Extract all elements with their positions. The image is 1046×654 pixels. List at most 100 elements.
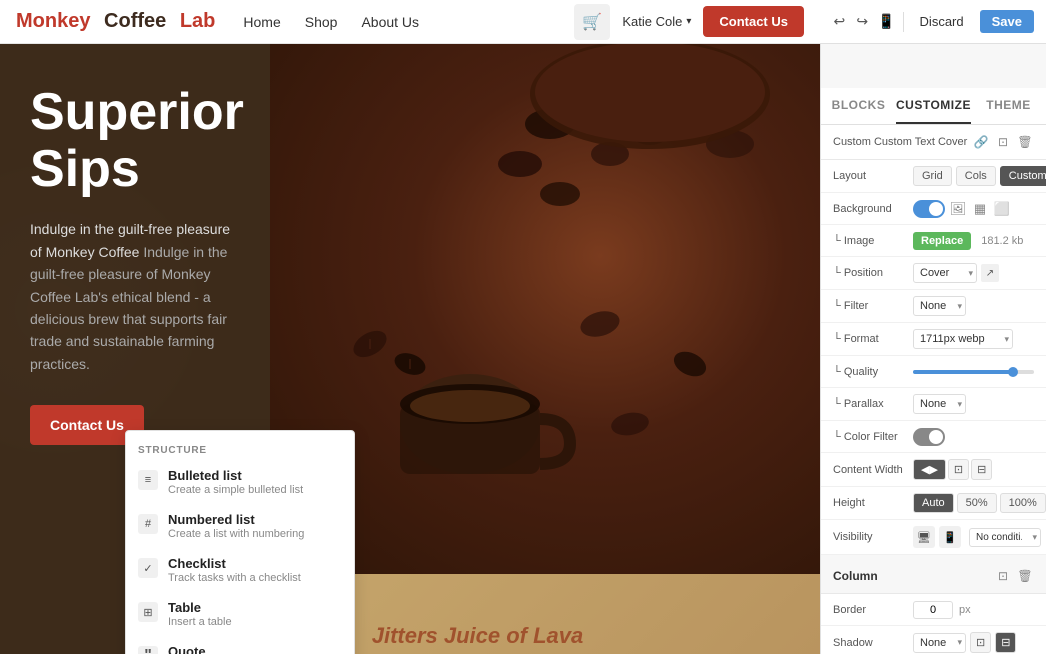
logo-lab: Lab	[180, 10, 216, 33]
quality-controls	[913, 370, 1034, 374]
shadow-select[interactable]: None	[913, 633, 966, 653]
filter-label: └ Filter	[833, 300, 913, 312]
breadcrumb-icons: 🔗 ⊡ 🗑	[972, 133, 1034, 151]
numbered-list-desc: Create a list with numbering	[168, 528, 304, 540]
visibility-row: Visibility 🖥 📱 No conditi...	[821, 520, 1046, 555]
width-btn-1[interactable]: ◀▶	[913, 459, 946, 480]
hero-desc-highlight: Indulge in the guilt-free pleasure of Mo…	[30, 244, 227, 372]
shadow-btn-2[interactable]: ⊟	[995, 632, 1016, 653]
table-title: Table	[168, 600, 232, 615]
column-section: Border px Shadow None	[821, 594, 1046, 654]
column-delete-icon[interactable]: 🗑	[1016, 567, 1034, 585]
color-filter-row: └ Color Filter	[821, 421, 1046, 453]
top-navigation: Monkey Coffee Lab Home Shop About Us 🛒 K…	[0, 0, 820, 44]
logo-coffee: Coffee	[104, 10, 166, 33]
format-select-wrapper: 1711px webp	[913, 329, 1013, 349]
visibility-condition-wrapper: No conditi...	[969, 528, 1041, 547]
image-replace-btn[interactable]: Replace	[913, 232, 971, 250]
visibility-icons: 🖥 📱	[913, 526, 961, 548]
tab-blocks[interactable]: BLOCKS	[821, 88, 896, 124]
width-btn-2[interactable]: ⊡	[948, 459, 969, 480]
quote-icon: "	[138, 646, 158, 654]
hero-description: Indulge in the guilt-free pleasure of Mo…	[30, 218, 240, 375]
width-btn-group: ◀▶ ⊡ ⊟	[913, 459, 992, 480]
image-size: 181.2 kb	[981, 235, 1023, 247]
parallax-label: └ Parallax	[833, 398, 913, 410]
nav-about[interactable]: About Us	[361, 14, 419, 30]
right-panel: BLOCKS CUSTOMIZE THEME Custom Custom Tex…	[820, 44, 1046, 654]
image-controls: Replace 181.2 kb	[913, 232, 1034, 250]
format-label: └ Format	[833, 333, 913, 345]
cart-icon: 🛒	[582, 12, 602, 32]
parallax-row: └ Parallax None	[821, 388, 1046, 421]
bg-image-icon[interactable]: 🖼	[949, 200, 967, 218]
shadow-btn-1[interactable]: ⊡	[970, 632, 991, 653]
discard-button[interactable]: Discard	[912, 10, 972, 33]
breadcrumb-copy-icon[interactable]: ⊡	[994, 133, 1012, 151]
filter-select[interactable]: None Blur	[913, 296, 966, 316]
position-select-wrapper: Cover Contain Fill	[913, 263, 977, 283]
format-select[interactable]: 1711px webp	[913, 329, 1013, 349]
position-label: └ Position	[833, 267, 913, 279]
chevron-down-icon: ▾	[686, 16, 691, 27]
layout-label: Layout	[833, 170, 913, 182]
height-50-btn[interactable]: 50%	[957, 493, 997, 513]
column-section-icons: ⊡ 🗑	[994, 567, 1034, 585]
height-auto-btn[interactable]: Auto	[913, 493, 954, 513]
numbered-list-title: Numbered list	[168, 512, 304, 527]
shadow-select-wrapper: None	[913, 633, 966, 653]
structure-dropdown-header: STRUCTURE	[126, 439, 354, 460]
shadow-controls: None ⊡ ⊟	[913, 632, 1034, 653]
color-filter-toggle[interactable]	[913, 428, 945, 446]
breadcrumb-link-icon[interactable]: 🔗	[972, 133, 990, 151]
site-logo: Monkey Coffee Lab	[16, 10, 215, 33]
undo-button[interactable]: ↩	[832, 8, 847, 36]
structure-item-table[interactable]: ⊞ Table Insert a table	[126, 592, 354, 636]
layout-grid-btn[interactable]: Grid	[913, 166, 952, 186]
position-arrow-btn[interactable]: ↗	[981, 264, 999, 282]
parallax-controls: None	[913, 394, 1034, 414]
checklist-icon: ✓	[138, 558, 158, 578]
color-filter-label: └ Color Filter	[833, 431, 913, 443]
breadcrumb-delete-icon[interactable]: 🗑	[1016, 133, 1034, 151]
column-copy-icon[interactable]: ⊡	[994, 567, 1012, 585]
structure-item-numbered[interactable]: # Numbered list Create a list with numbe…	[126, 504, 354, 548]
tab-customize[interactable]: CUSTOMIZE	[896, 88, 971, 124]
layout-cols-btn[interactable]: Cols	[956, 166, 996, 186]
user-menu[interactable]: Katie Cole ▾	[622, 14, 691, 29]
nav-home[interactable]: Home	[243, 14, 280, 30]
bulleted-list-icon: ≡	[138, 470, 158, 490]
height-100-btn[interactable]: 100%	[1000, 493, 1046, 513]
checklist-title: Checklist	[168, 556, 301, 571]
visibility-desktop-icon[interactable]: 🖥	[913, 526, 935, 548]
bg-pattern-icon[interactable]: ▦	[971, 200, 989, 218]
cart-button[interactable]: 🛒	[574, 4, 610, 40]
visibility-mobile-icon[interactable]: 📱	[939, 526, 961, 548]
bg-gradient-icon[interactable]: ⬜	[993, 200, 1011, 218]
parallax-select[interactable]: None	[913, 394, 966, 414]
save-button[interactable]: Save	[980, 10, 1034, 33]
mobile-preview-button[interactable]: 📱	[878, 8, 895, 36]
background-toggle[interactable]	[913, 200, 945, 218]
color-filter-controls	[913, 428, 1034, 446]
format-row: └ Format 1711px webp	[821, 323, 1046, 356]
bottom-strip: Brazil Jitters Juice of Lava	[0, 574, 820, 654]
structure-item-checklist[interactable]: ✓ Checklist Track tasks with a checklist	[126, 548, 354, 592]
filter-select-wrapper: None Blur	[913, 296, 966, 316]
border-input[interactable]	[913, 601, 953, 619]
tab-theme[interactable]: THEME	[971, 88, 1046, 124]
quality-label: └ Quality	[833, 366, 913, 378]
quote-title: Quote	[168, 644, 291, 654]
redo-button[interactable]: ↪	[855, 8, 870, 36]
quality-slider[interactable]	[913, 370, 1034, 374]
position-select[interactable]: Cover Contain Fill	[913, 263, 977, 283]
width-btn-3[interactable]: ⊟	[971, 459, 992, 480]
visibility-condition-select[interactable]: No conditi...	[969, 528, 1041, 547]
border-row: Border px	[821, 594, 1046, 626]
nav-shop[interactable]: Shop	[305, 14, 338, 30]
structure-item-quote[interactable]: " Quote Add a blockquote section	[126, 636, 354, 654]
contact-us-button[interactable]: Contact Us	[703, 6, 804, 37]
structure-item-bulleted[interactable]: ≡ Bulleted list Create a simple bulleted…	[126, 460, 354, 504]
layout-custom-btn[interactable]: Custom	[1000, 166, 1046, 186]
panel-tabs: BLOCKS CUSTOMIZE THEME	[821, 88, 1046, 125]
